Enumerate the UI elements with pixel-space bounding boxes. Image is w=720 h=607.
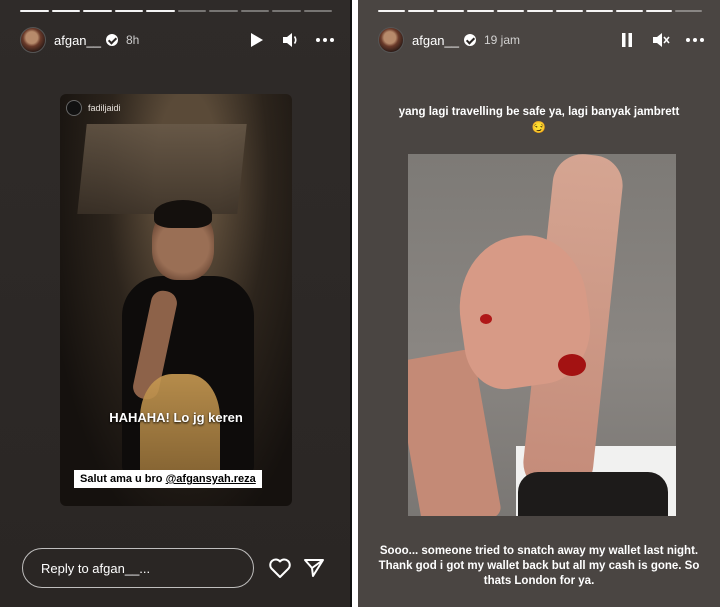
- verified-badge-icon: [464, 34, 476, 46]
- username[interactable]: afgan__: [412, 33, 459, 48]
- story-time: 19 jam: [484, 33, 521, 47]
- volume-icon[interactable]: [282, 31, 300, 49]
- heart-icon[interactable]: [268, 556, 292, 580]
- more-icon[interactable]: [316, 31, 334, 49]
- caption-sticker: Salut ama u bro @afgansyah.reza: [74, 470, 262, 488]
- verified-badge-icon: [106, 34, 118, 46]
- reshare-avatar: [66, 100, 82, 116]
- story-caption-bottom: Sooo... someone tried to snatch away my …: [378, 545, 700, 587]
- lion-sticker: [140, 374, 220, 484]
- avatar[interactable]: [378, 27, 404, 53]
- mute-icon[interactable]: [652, 31, 670, 49]
- username[interactable]: afgan__: [54, 33, 101, 48]
- story-header: afgan__ 19 jam: [378, 26, 704, 54]
- reply-input[interactable]: Reply to afgan__...: [22, 548, 254, 588]
- story-header: afgan__ 8h: [20, 26, 334, 54]
- mention-link[interactable]: @afgansyah.reza: [166, 473, 256, 485]
- overlay-text: HAHAHA! Lo jg keren: [109, 410, 243, 425]
- story-progress-bar: [378, 10, 703, 12]
- story-progress-bar: [20, 10, 332, 12]
- reshare-header: fadiljaidi: [66, 100, 121, 116]
- caption-text: Salut ama u bro: [80, 473, 166, 485]
- injury-photo: [408, 154, 676, 516]
- reshare-username: fadiljaidi: [88, 103, 121, 113]
- avatar[interactable]: [20, 27, 46, 53]
- reshared-story[interactable]: fadiljaidi HAHAHA! Lo jg keren Salut ama…: [60, 94, 292, 506]
- background-image: [77, 124, 247, 214]
- more-icon[interactable]: [686, 31, 704, 49]
- story-caption-top: yang lagi travelling be safe ya, lagi ba…: [398, 106, 680, 134]
- send-icon[interactable]: [302, 556, 326, 580]
- story-right: afgan__ 19 jam yang lagi travelling be s…: [358, 0, 720, 607]
- story-time: 8h: [126, 33, 140, 47]
- play-icon[interactable]: [248, 31, 266, 49]
- story-left: afgan__ 8h fadiljaidi HAHAHA! Lo jg kere…: [0, 0, 352, 607]
- pause-icon[interactable]: [618, 31, 636, 49]
